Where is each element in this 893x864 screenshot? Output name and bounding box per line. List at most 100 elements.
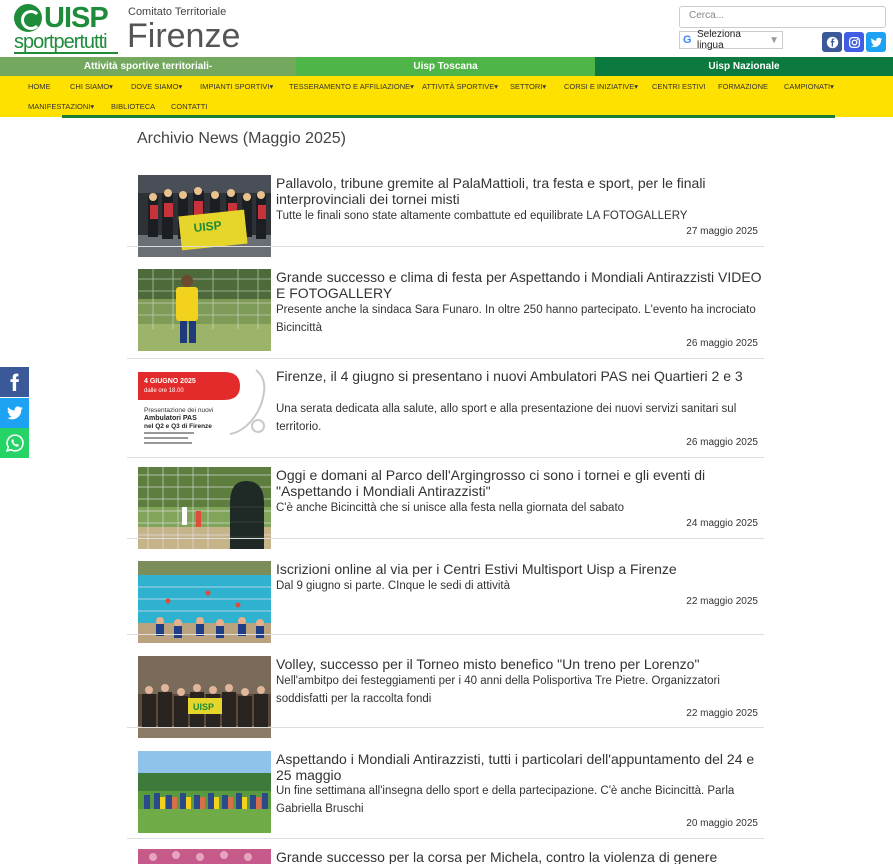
page-title: Archivio News (Maggio 2025) [137,130,346,147]
nav-home[interactable]: HOME [28,82,51,91]
news-thumbnail[interactable]: UISP [138,656,271,738]
news-date: 26 maggio 2025 [686,437,758,448]
news-thumbnail[interactable]: 4 GIUGNO 2025 dalle ore 18.00 Presentazi… [138,368,271,450]
chevron-down-icon: ▾ [494,82,499,91]
nav-attivita-sportive[interactable]: ATTIVITÀ SPORTIVE▾ [422,82,498,91]
nav-impianti-sportivi[interactable]: IMPIANTI SPORTIVI▾ [200,82,273,91]
news-date: 27 maggio 2025 [686,226,758,237]
share-whatsapp-icon[interactable] [0,428,29,458]
nav-label: CORSI E INIZIATIVE [564,82,635,91]
share-facebook-icon[interactable] [0,367,29,397]
nav-tesseramento[interactable]: TESSERAMENTO E AFFILIAZIONE▾ [289,82,414,91]
news-divider [127,838,764,839]
thumb-heading-text: Ambulatori PAS [144,415,197,422]
news-title[interactable]: Grande successo e clima di festa per Asp… [276,269,764,301]
news-summary: Un fine settimana all'insegna dello spor… [276,785,735,815]
nav-dove-siamo[interactable]: DOVE SIAMO▾ [131,82,182,91]
chevron-down-icon: ▾ [109,82,113,91]
chevron-down-icon: ▾ [178,82,183,91]
news-thumbnail[interactable] [138,751,271,833]
nav-centri-estivi[interactable]: CENTRI ESTIVI [652,82,706,91]
nav-biblioteca[interactable]: BIBLIOTECA [111,102,155,111]
news-title[interactable]: Grande successo per la corsa per Michela… [276,849,764,864]
news-title[interactable]: Firenze, il 4 giugno si presentano i nuo… [276,368,764,384]
nav-label: DOVE SIAMO [131,82,179,91]
uisp-logo[interactable]: UISP sportpertutti [14,2,120,54]
thumb-time-text: dalle ore 18.00 [144,388,184,394]
section-bars: Attività sportive territoriali- Uisp Tos… [0,57,893,76]
thumb-date-text: 4 GIUGNO 2025 [144,378,196,385]
news-summary: Presente anche la sindaca Sara Funaro. I… [276,304,756,334]
nav-label: SETTORI [510,82,543,91]
news-date: 24 maggio 2025 [686,518,758,529]
news-date: 22 maggio 2025 [686,596,758,607]
nav-settori[interactable]: SETTORI▾ [510,82,546,91]
twitter-icon[interactable] [866,32,886,52]
bar-attivita-territoriali[interactable]: Attività sportive territoriali- [0,57,296,76]
news-summary: Tutte le finali sono state altamente com… [276,210,688,222]
nav-chi-siamo[interactable]: CHI SIAMO▾ [70,82,113,91]
news-date: 20 maggio 2025 [686,818,758,829]
nav-label: MANIFESTAZIONI [28,102,91,111]
news-thumbnail[interactable] [138,269,271,351]
news-date: 26 maggio 2025 [686,338,758,349]
nav-formazione[interactable]: FORMAZIONE [718,82,768,91]
news-divider [127,358,764,359]
news-title[interactable]: Iscrizioni online al via per i Centri Es… [276,561,764,577]
news-summary: Una serata dedicata alla salute, allo sp… [276,403,737,433]
news-item[interactable]: UISP Volley, successo per il Torneo mist… [127,656,764,738]
news-item[interactable]: UISP Pallavolo, tribune gremite al PalaM… [127,175,764,257]
google-icon: G [683,34,692,46]
news-title[interactable]: Oggi e domani al Parco dell'Argingrosso … [276,467,764,499]
news-item[interactable]: Grande successo per la corsa per Michela… [127,849,764,864]
news-thumbnail[interactable] [138,467,271,549]
news-thumbnail[interactable] [138,561,271,643]
chevron-down-icon: ▾ [410,82,414,91]
news-summary: C'è anche Bicincittà che si unisce alla … [276,502,625,514]
news-title[interactable]: Pallavolo, tribune gremite al PalaMattio… [276,175,764,207]
thumb-banner-text: UISP [193,702,214,712]
news-item[interactable]: Iscrizioni online al via per i Centri Es… [127,561,764,643]
news-divider [127,457,764,458]
news-item[interactable]: Aspettando i Mondiali Antirazzisti, tutt… [127,751,764,839]
news-item[interactable]: Oggi e domani al Parco dell'Argingrosso … [127,467,764,549]
nav-label: TESSERAMENTO E AFFILIAZIONE [289,82,411,91]
uisp-ball-icon [14,4,42,32]
language-label: Seleziona lingua [696,29,741,51]
main-nav: HOME CHI SIAMO▾ DOVE SIAMO▾ IMPIANTI SPO… [0,76,893,117]
bar-uisp-nazionale[interactable]: Uisp Nazionale [595,57,893,76]
news-summary: Dal 9 giugno si parte. CInque le sedi di… [276,580,510,592]
news-thumbnail[interactable] [138,849,271,864]
news-item[interactable]: Grande successo e clima di festa per Asp… [127,269,764,359]
facebook-icon[interactable] [822,32,842,52]
nav-divider [62,115,835,118]
nav-corsi-iniziative[interactable]: CORSI E INIZIATIVE▾ [564,82,638,91]
search-input[interactable]: Cerca... [679,6,886,28]
thumb-heading-text: Presentazione dei nuovi [144,407,213,414]
logo-underline [14,52,118,54]
news-summary: Nell'ambitpo dei festeggiamenti per i 40… [276,675,720,705]
nav-campionati[interactable]: CAMPIONATI▾ [784,82,834,91]
news-title[interactable]: Aspettando i Mondiali Antirazzisti, tutt… [276,751,764,783]
chevron-down-icon: ▾ [830,82,834,91]
news-item[interactable]: 4 GIUGNO 2025 dalle ore 18.00 Presentazi… [127,368,764,458]
news-divider [127,538,764,539]
news-thumbnail[interactable]: UISP [138,175,271,257]
site-header: UISP sportpertutti Comitato Territoriale… [0,0,893,57]
nav-manifestazioni[interactable]: MANIFESTAZIONI▾ [28,102,94,111]
chevron-down-icon: ▾ [634,82,639,91]
chevron-down-icon: ▾ [269,82,274,91]
logo-sub: sportpertutti [14,31,108,53]
language-arrow: ▼ [769,34,779,46]
bar-uisp-toscana[interactable]: Uisp Toscana [296,57,595,76]
instagram-icon[interactable] [844,32,864,52]
nav-label: IMPIANTI SPORTIVI [200,82,270,91]
news-title[interactable]: Volley, successo per il Torneo misto ben… [276,656,764,672]
thumb-heading-text: nel Q2 e Q3 di Firenze [144,423,212,430]
nav-label: CAMPIONATI [784,82,831,91]
chevron-down-icon: ▾ [542,82,547,91]
share-twitter-icon[interactable] [0,398,29,428]
nav-contatti[interactable]: CONTATTI [171,102,207,111]
news-divider [127,246,764,247]
language-select[interactable]: G Seleziona lingua ▼ [679,29,783,51]
